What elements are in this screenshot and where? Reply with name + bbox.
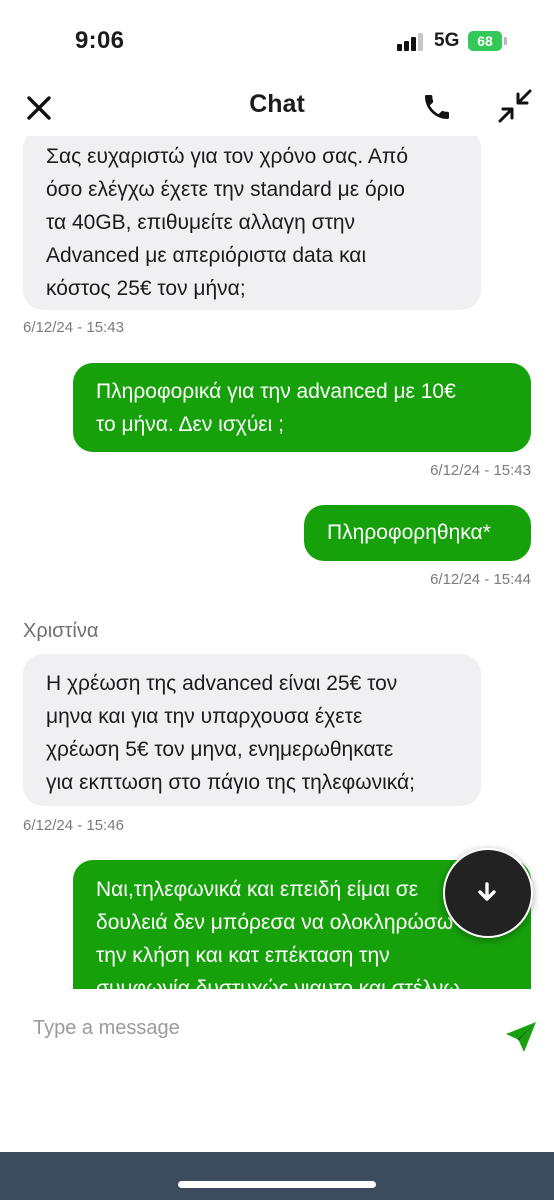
message-timestamp: 6/12/24 - 15:43 [430,462,531,479]
message-line: Σας ευχαριστώ για τον χρόνο σας. Από [46,145,409,168]
home-indicator[interactable] [178,1181,376,1188]
message-bubble-incoming: Σας ευχαριστώ για τον χρόνο σας. Από όσο… [23,136,481,310]
message-line: όσο ελέγχω έχετε την standard με όριο [46,178,405,201]
message-line: χρέωση 5€ τον μηνα, ενημερωθηκατε [46,738,394,761]
message-line: συμφωνία δυστυχώς νιαυτο και στέλνω [96,977,460,989]
scroll-to-bottom-button[interactable] [443,848,533,938]
signal-icon [397,33,427,51]
page-title: Chat [249,90,305,118]
phone-icon[interactable] [421,91,453,123]
status-time: 9:06 [75,27,125,54]
chat-header: Chat [0,80,554,136]
message-line: για εκπτωση στο πάγιο της τηλεφωνικά; [46,771,416,794]
message-line: Πληροφορηθηκα* [327,521,491,544]
message-composer [0,989,554,1149]
message-line: τα 40GB, επιθυμείτε αλλαγη στην [46,211,356,234]
message-timestamp: 6/12/24 - 15:44 [430,571,531,588]
bottom-bar [0,1152,554,1200]
network-label: 5G [434,30,460,51]
status-bar: 9:06 5G 68 [0,0,554,80]
message-line: Η χρέωση της advanced είναι 25€ τον [46,672,398,695]
message-bubble-incoming: Η χρέωση της advanced είναι 25€ τον μηνα… [23,654,481,806]
battery-icon: 68 [468,31,502,51]
message-line: την κλήση και κατ επέκταση την [96,944,390,967]
message-line: κόστος 25€ τον μήνα; [46,277,246,300]
message-list[interactable]: Σας ευχαριστώ για τον χρόνο σας. Από όσο… [0,136,554,989]
message-timestamp: 6/12/24 - 15:46 [23,817,124,834]
message-input[interactable] [33,1011,473,1045]
battery-tip [504,37,507,45]
message-line: Advanced με απεριόριστα data και [46,244,367,267]
send-icon[interactable] [504,1020,538,1054]
message-line: Πληροφορικά για την advanced με 10€ [96,380,456,403]
arrow-down-icon [478,882,496,901]
minimize-icon[interactable] [496,87,534,125]
message-line: μηνα και για την υπαρχουσα έχετε [46,705,363,728]
message-bubble-outgoing: Πληροφορηθηκα* [304,505,531,561]
message-bubble-outgoing: Πληροφορικά για την advanced με 10€ το μ… [73,363,531,452]
message-line: το μήνα. Δεν ισχύει ; [96,413,284,436]
message-timestamp: 6/12/24 - 15:43 [23,319,124,336]
sender-name: Χριστίνα [23,620,99,642]
